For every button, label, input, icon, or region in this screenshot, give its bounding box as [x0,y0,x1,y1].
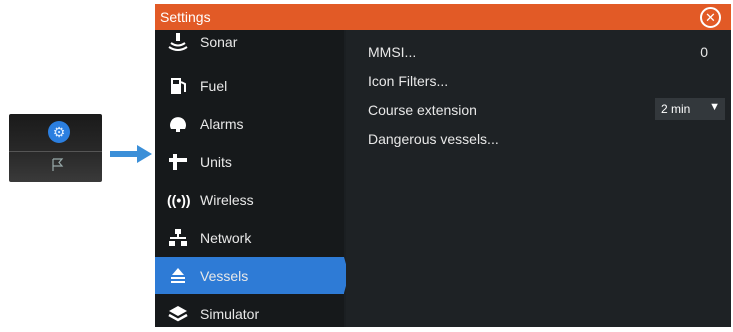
mmsi-row[interactable]: MMSI... 0 [368,40,708,64]
sidebar-item-label: Units [200,154,232,170]
wireless-icon: ((•)) [167,192,191,208]
gear-icon[interactable]: ⚙ [48,121,70,143]
window-title: Settings [160,9,211,25]
course-extension-select[interactable]: 2 min ▼ [655,98,725,120]
sidebar-item-simulator[interactable]: Simulator [155,295,344,332]
icon-filters-row[interactable]: Icon Filters... [368,69,708,93]
sidebar-item-vessels[interactable]: Vessels [155,257,349,294]
vessels-icon [167,266,189,286]
settings-window: Settings ✕ Sonar Fuel Alarms Units ((•))… [155,4,731,327]
sidebar-item-units[interactable]: Units [155,143,344,180]
mmsi-value: 0 [700,44,708,60]
settings-panel: MMSI... 0 Icon Filters... Course extensi… [346,30,731,327]
sidebar-item-alarms[interactable]: Alarms [155,105,344,142]
sidebar-item-label: Wireless [200,192,254,208]
sonar-icon [167,32,189,52]
dangerous-vessels-row[interactable]: Dangerous vessels... [368,127,708,151]
sidebar-item-sonar[interactable]: Sonar [155,30,344,60]
course-extension-row: Course extension 2 min ▼ [368,98,725,122]
sidebar-item-label: Sonar [200,34,238,50]
flag-icon [52,158,64,171]
settings-thumbnail: ⚙ [9,114,102,182]
mmsi-label: MMSI... [368,44,417,60]
network-icon [167,228,189,248]
chevron-down-icon: ▼ [709,101,720,113]
sidebar: Sonar Fuel Alarms Units ((•)) Wireless N… [155,30,349,327]
sidebar-item-network[interactable]: Network [155,219,344,256]
fuel-icon [167,76,189,96]
sidebar-item-label: Alarms [200,116,244,132]
icon-filters-label: Icon Filters... [368,73,449,89]
sidebar-item-label: Network [200,230,252,246]
sidebar-item-label: Fuel [200,78,228,94]
course-extension-label: Course extension [368,102,477,118]
sidebar-item-fuel[interactable]: Fuel [155,67,344,104]
course-extension-value: 2 min [661,102,691,116]
sidebar-item-label: Simulator [200,306,260,322]
divider [9,151,102,152]
alarm-icon [167,114,189,134]
sidebar-item-wireless[interactable]: ((•)) Wireless [155,181,344,218]
title-bar: Settings ✕ [155,4,731,30]
sidebar-item-label: Vessels [200,268,249,284]
arrow-icon [110,145,152,163]
close-icon[interactable]: ✕ [700,7,721,28]
units-icon [167,152,189,172]
dangerous-vessels-label: Dangerous vessels... [368,131,499,147]
simulator-icon [167,304,189,324]
